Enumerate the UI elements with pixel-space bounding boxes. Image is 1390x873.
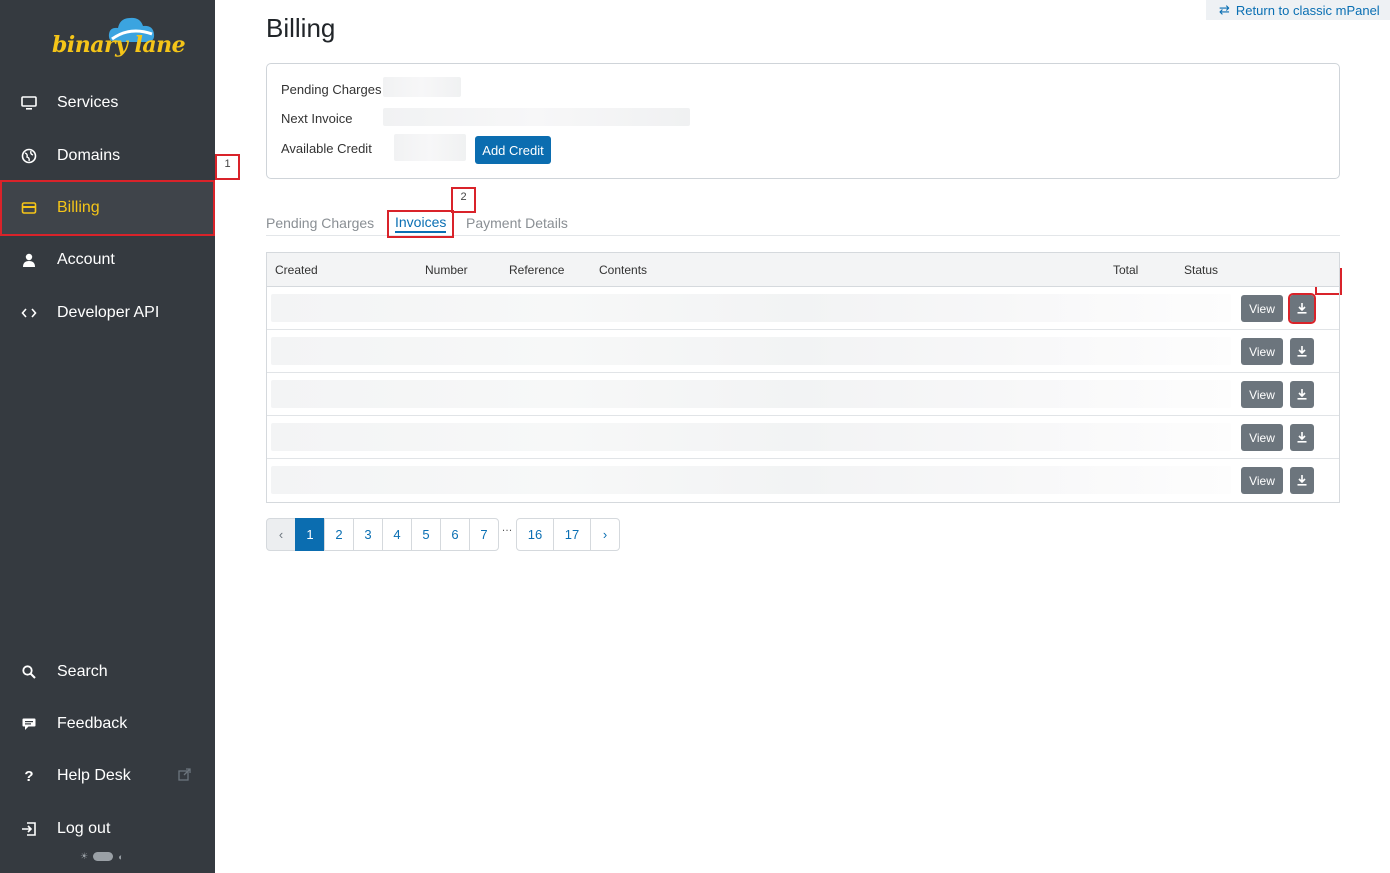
download-icon bbox=[1297, 475, 1307, 486]
download-invoice-button[interactable] bbox=[1288, 293, 1316, 324]
pending-charges-value-redacted bbox=[383, 77, 461, 97]
return-link-label: Return to classic mPanel bbox=[1235, 2, 1380, 18]
sidebar-item-search[interactable]: Search bbox=[0, 646, 215, 698]
download-icon bbox=[1297, 389, 1307, 400]
sidebar-item-developer-api[interactable]: Developer API bbox=[0, 287, 215, 339]
theme-toggle[interactable]: ☀ ◐ bbox=[80, 851, 124, 862]
tab-pending-charges[interactable]: Pending Charges bbox=[266, 215, 374, 231]
pagination: ‹ 1 2 3 4 5 6 7 … 16 17 › bbox=[266, 518, 620, 551]
pagination-next[interactable]: › bbox=[590, 518, 620, 551]
sidebar-item-label: Domains bbox=[57, 147, 121, 164]
view-invoice-button[interactable]: View bbox=[1241, 295, 1283, 322]
download-invoice-button[interactable] bbox=[1290, 467, 1314, 494]
external-link-icon bbox=[178, 768, 191, 784]
globe-icon bbox=[20, 147, 38, 165]
pagination-page-4[interactable]: 4 bbox=[382, 518, 412, 551]
sidebar-item-label: Feedback bbox=[57, 715, 128, 732]
moon-icon: ◐ bbox=[118, 851, 124, 862]
return-to-classic-link[interactable]: ⇄ Return to classic mPanel bbox=[1206, 0, 1390, 20]
sidebar-item-label: Developer API bbox=[57, 304, 160, 321]
table-row: View bbox=[267, 330, 1339, 373]
column-header-reference: Reference bbox=[509, 263, 565, 277]
pagination-page-1[interactable]: 1 bbox=[295, 518, 325, 551]
sidebar-item-billing[interactable]: Billing bbox=[0, 180, 215, 236]
download-invoice-button[interactable] bbox=[1290, 424, 1314, 451]
download-icon bbox=[1297, 303, 1307, 314]
invoices-table: Created Number Reference Contents Total … bbox=[266, 252, 1340, 503]
pagination-page-6[interactable]: 6 bbox=[440, 518, 470, 551]
billing-summary-card: Pending Charges Next Invoice Available C… bbox=[266, 63, 1340, 179]
chat-icon bbox=[20, 715, 38, 733]
view-invoice-button[interactable]: View bbox=[1241, 381, 1283, 408]
table-header: Created Number Reference Contents Total … bbox=[267, 253, 1339, 287]
pagination-page-2[interactable]: 2 bbox=[324, 518, 354, 551]
column-header-number: Number bbox=[425, 263, 468, 277]
search-icon bbox=[20, 663, 38, 681]
sidebar-item-help-desk[interactable]: ? Help Desk bbox=[0, 750, 215, 802]
sidebar-item-log-out[interactable]: Log out bbox=[0, 803, 215, 855]
table-row: View bbox=[267, 459, 1339, 502]
table-row: View bbox=[267, 416, 1339, 459]
available-credit-label: Available Credit bbox=[281, 141, 372, 156]
next-invoice-value-redacted bbox=[383, 108, 690, 126]
download-invoice-button[interactable] bbox=[1290, 381, 1314, 408]
pagination-page-16[interactable]: 16 bbox=[516, 518, 554, 551]
billing-tabs: Pending Charges Invoices Payment Details bbox=[266, 210, 1340, 238]
invoice-row-redacted bbox=[271, 294, 1231, 322]
sidebar-item-services[interactable]: Services bbox=[0, 77, 215, 129]
sidebar-item-account[interactable]: Account bbox=[0, 234, 215, 286]
available-credit-value-redacted bbox=[394, 134, 466, 161]
view-invoice-button[interactable]: View bbox=[1241, 338, 1283, 365]
column-header-total: Total bbox=[1113, 263, 1139, 277]
view-invoice-button[interactable]: View bbox=[1241, 467, 1283, 494]
binary-lane-logo[interactable]: binary lane bbox=[50, 10, 186, 68]
sidebar-item-label: Billing bbox=[57, 199, 100, 216]
credit-card-icon bbox=[20, 199, 38, 217]
sidebar: binary lane Services Domains Billing Acc… bbox=[0, 0, 215, 873]
sidebar-item-label: Log out bbox=[57, 820, 111, 837]
annotation-marker-1: 1 bbox=[215, 154, 240, 180]
column-header-created: Created bbox=[275, 263, 318, 277]
table-row: View bbox=[267, 287, 1339, 330]
user-icon bbox=[20, 251, 38, 269]
invoice-row-redacted bbox=[271, 380, 1231, 408]
sun-icon: ☀ bbox=[80, 851, 89, 861]
sidebar-item-feedback[interactable]: Feedback bbox=[0, 698, 215, 750]
sidebar-item-label: Search bbox=[57, 663, 108, 680]
page-title: Billing bbox=[266, 13, 336, 43]
pagination-ellipsis: … bbox=[499, 518, 515, 551]
swap-arrows-icon: ⇄ bbox=[1219, 2, 1230, 17]
sidebar-item-label: Services bbox=[57, 94, 119, 111]
pagination-page-7[interactable]: 7 bbox=[469, 518, 499, 551]
view-invoice-button[interactable]: View bbox=[1241, 424, 1283, 451]
theme-switch[interactable] bbox=[93, 852, 114, 861]
pagination-page-5[interactable]: 5 bbox=[411, 518, 441, 551]
tab-payment-details[interactable]: Payment Details bbox=[466, 215, 568, 231]
column-header-contents: Contents bbox=[599, 263, 648, 277]
tab-invoices[interactable]: Invoices bbox=[387, 210, 455, 238]
download-invoice-button[interactable] bbox=[1290, 338, 1314, 365]
pending-charges-label: Pending Charges bbox=[281, 82, 382, 97]
logo-wordmark: binary lane bbox=[52, 32, 186, 58]
invoice-row-redacted bbox=[271, 466, 1231, 494]
sidebar-item-label: Account bbox=[57, 251, 115, 268]
sidebar-item-domains[interactable]: Domains bbox=[0, 130, 215, 182]
pagination-page-3[interactable]: 3 bbox=[353, 518, 383, 551]
pagination-prev[interactable]: ‹ bbox=[266, 518, 296, 551]
add-credit-button[interactable]: Add Credit bbox=[475, 136, 551, 164]
download-icon bbox=[1297, 432, 1307, 443]
download-icon bbox=[1297, 346, 1307, 357]
monitor-icon bbox=[20, 94, 38, 112]
code-icon bbox=[20, 304, 38, 322]
sidebar-item-label: Help Desk bbox=[57, 767, 131, 784]
column-header-status: Status bbox=[1184, 263, 1219, 277]
question-icon: ? bbox=[24, 767, 34, 785]
logout-icon bbox=[20, 820, 38, 838]
invoice-row-redacted bbox=[271, 423, 1231, 451]
table-row: View bbox=[267, 373, 1339, 416]
invoice-row-redacted bbox=[271, 337, 1231, 365]
pagination-page-17[interactable]: 17 bbox=[553, 518, 591, 551]
next-invoice-label: Next Invoice bbox=[281, 111, 353, 126]
